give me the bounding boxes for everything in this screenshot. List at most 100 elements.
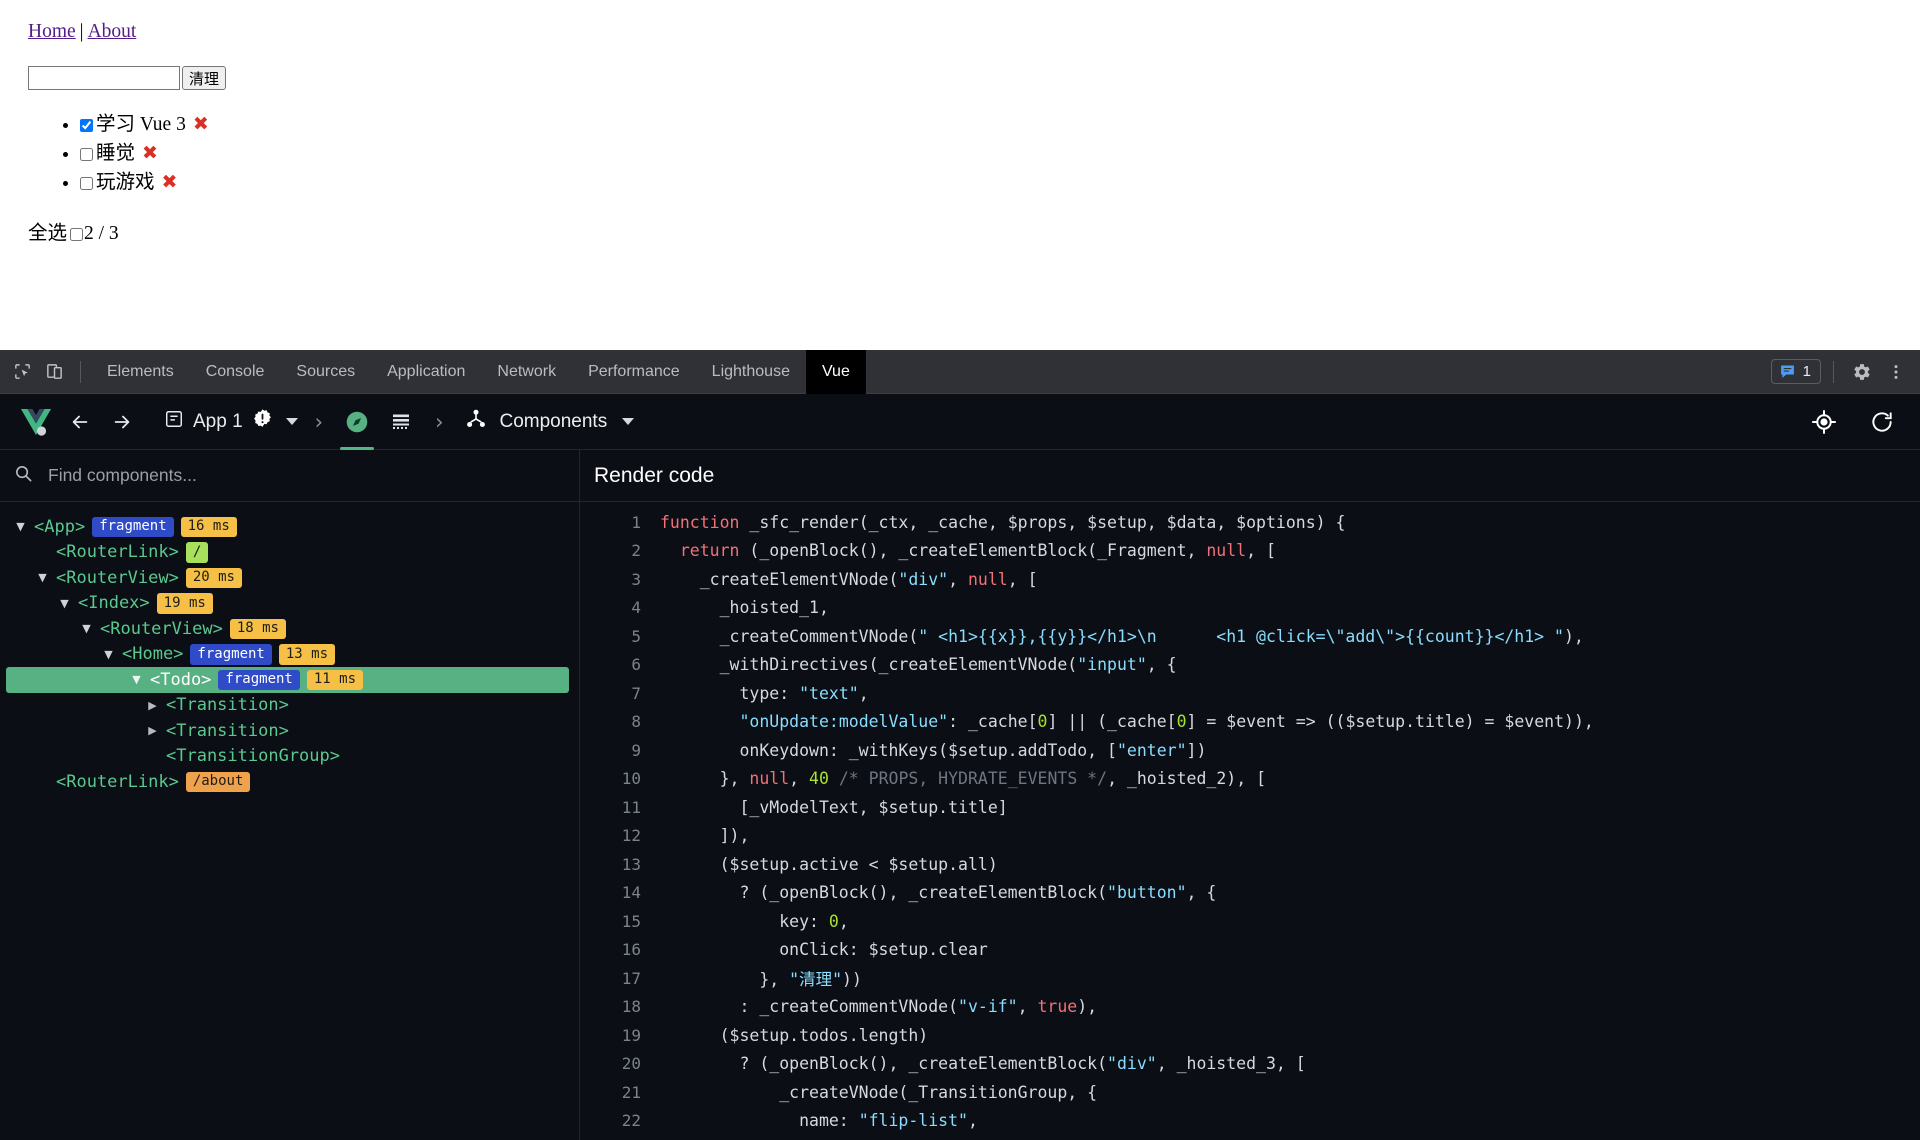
components-chevron-down-icon[interactable]	[622, 418, 635, 425]
todo-checkbox[interactable]	[80, 148, 93, 162]
todo-counter: 2 / 3	[84, 223, 119, 245]
devtools-tab-performance[interactable]: Performance	[572, 350, 696, 394]
toolbar-divider-2	[1833, 360, 1834, 383]
inspector-compass-icon[interactable]	[336, 400, 378, 450]
tree-node-tag-route-orange: /about	[185, 771, 251, 792]
code-line: 2 return (_openBlock(), _createElementBl…	[580, 537, 1920, 566]
vue-devtools-toolbar: App 1 › › Components	[0, 394, 1920, 450]
code-text: onKeydown: _withKeys($setup.addTodo, ["e…	[660, 740, 1207, 760]
chevron-right-icon[interactable]: ▶	[146, 700, 159, 711]
find-components-input[interactable]	[46, 464, 565, 487]
code-line: 5 _createCommentVNode(" <h1>{{x}},{{y}}<…	[580, 622, 1920, 651]
x-mark-icon[interactable]: ✖	[142, 142, 158, 164]
todo-list: 学习 Vue 3 ✖ 睡觉 ✖ 玩游戏 ✖	[28, 110, 1892, 197]
app-chevron-down-icon[interactable]	[285, 418, 298, 425]
component-tree-icon	[464, 407, 488, 437]
line-number: 17	[621, 968, 641, 988]
code-text: onClick: $setup.clear	[660, 940, 988, 960]
tree-node[interactable]: ▼ <RouterView> 18 ms	[0, 616, 579, 642]
devtools-tab-vue[interactable]: Vue	[805, 349, 866, 394]
code-text: _createVNode(_TransitionGroup, {	[660, 1082, 1098, 1102]
rendered-page: Home|About 清理 学习 Vue 3 ✖ 睡觉 ✖ 玩游戏 ✖ 全选 2 / 3	[0, 0, 1920, 350]
chevron-down-icon[interactable]: ▼	[14, 521, 27, 532]
line-number: 3	[631, 569, 641, 589]
code-text: [_vModelText, $setup.title]	[660, 797, 1008, 817]
todo-input-row: 清理	[28, 66, 1892, 91]
nav-link-about[interactable]: About	[88, 21, 137, 42]
chevron-down-icon[interactable]: ▼	[58, 598, 71, 609]
tree-node[interactable]: ▼<RouterLink>/about	[0, 769, 579, 795]
vue-logo-icon	[14, 400, 58, 444]
component-tree-pane: ▼ <App> fragment 16 ms ▼ <RouterLink> / ▼ <Route…	[0, 450, 580, 1140]
code-line: 16 onClick: $setup.clear	[580, 936, 1920, 965]
timeline-icon[interactable]	[380, 400, 422, 444]
refresh-icon[interactable]	[1862, 402, 1902, 442]
code-text: "onUpdate:modelValue": _cache[0] || (_ca…	[739, 712, 1594, 732]
x-mark-icon[interactable]: ✖	[162, 171, 178, 193]
router-nav: Home | About	[28, 18, 1892, 45]
crosshair-target-icon[interactable]	[1804, 402, 1844, 442]
todo-checkbox[interactable]	[80, 119, 93, 133]
chevron-down-icon[interactable]: ▼	[130, 674, 143, 685]
device-toolbar-icon[interactable]	[38, 356, 70, 388]
todo-text: 睡觉	[96, 143, 136, 165]
code-line: 23 tag: "ul"	[580, 1135, 1920, 1140]
tree-node[interactable]: ▼<TransitionGroup>	[0, 744, 579, 770]
devtools-tab-lighthouse[interactable]: Lighthouse	[696, 350, 806, 394]
tree-node-label: <RouterLink>	[56, 542, 179, 563]
code-line: 19 ($setup.todos.length)	[580, 1021, 1920, 1050]
toolbar-divider	[80, 360, 81, 383]
code-line: 21 _createVNode(_TransitionGroup, {	[580, 1078, 1920, 1107]
code-text: ]),	[660, 826, 750, 846]
tree-node[interactable]: ▼ <RouterView> 20 ms	[0, 565, 579, 591]
clear-button[interactable]: 清理	[182, 66, 227, 91]
tree-node[interactable]: ▼ <Home> fragment 13 ms	[0, 642, 579, 668]
line-number: 14	[621, 883, 641, 903]
components-selector[interactable]: Components	[464, 407, 635, 437]
nav-separator: |	[79, 21, 84, 42]
line-number: 15	[621, 911, 641, 931]
code-text: }, "清理"))	[660, 970, 862, 990]
gear-icon[interactable]	[1846, 356, 1878, 388]
chevron-down-icon[interactable]: ▼	[80, 623, 93, 634]
devtools-tab-sources[interactable]: Sources	[280, 350, 371, 394]
line-number: 11	[621, 797, 641, 817]
back-button[interactable]	[60, 402, 100, 442]
devtools-tab-elements[interactable]: Elements	[91, 350, 190, 394]
devtools-tab-network[interactable]: Network	[481, 350, 572, 394]
devtools-tab-console[interactable]: Console	[190, 350, 281, 394]
todo-checkbox[interactable]	[80, 177, 93, 191]
tree-node[interactable]: ▶ <Transition>	[0, 718, 579, 744]
chevron-right-icon[interactable]: ▶	[146, 725, 159, 736]
select-all-checkbox[interactable]	[70, 228, 84, 242]
inspect-element-icon[interactable]	[6, 356, 38, 388]
x-mark-icon[interactable]: ✖	[193, 113, 209, 135]
code-text: name: "flip-list",	[660, 1111, 978, 1131]
tree-node-tag-fragment: fragment	[218, 669, 300, 690]
app-selector[interactable]: App 1	[160, 404, 302, 439]
kebab-menu-icon[interactable]	[1880, 356, 1912, 388]
message-count-badge[interactable]: 1	[1770, 359, 1821, 384]
code-text: : _createCommentVNode("v-if", true),	[660, 997, 1098, 1017]
components-label: Components	[499, 410, 608, 432]
devtools-tab-application[interactable]: Application	[371, 350, 481, 394]
render-code-editor[interactable]: 1 function _sfc_render(_ctx, _cache, $pro…	[580, 502, 1920, 1140]
breadcrumb-chevron-1: ›	[314, 409, 324, 434]
tree-node-tag-time: 11 ms	[306, 669, 364, 690]
code-line: 14 ? (_openBlock(), _createElementBlock(…	[580, 879, 1920, 908]
code-line: 10 }, null, 40 /* PROPS, HYDRATE_EVENTS …	[580, 765, 1920, 794]
code-line: 3 _createElementVNode("div", null, [	[580, 565, 1920, 594]
forward-button[interactable]	[102, 402, 142, 442]
tree-node-selected[interactable]: ▼ <Todo> fragment 11 ms	[6, 667, 569, 693]
nav-link-home[interactable]: Home	[28, 21, 76, 42]
tree-node[interactable]: ▼<RouterLink>/	[0, 540, 579, 566]
vue-devtools-body: ▼ <App> fragment 16 ms ▼ <RouterLink> / ▼ <Route…	[0, 450, 1920, 1140]
tree-node[interactable]: ▼ <Index> 19 ms	[0, 591, 579, 617]
todo-title-input[interactable]	[28, 66, 180, 91]
chevron-down-icon[interactable]: ▼	[36, 572, 49, 583]
tree-node[interactable]: ▶ <Transition>	[0, 693, 579, 719]
chevron-down-icon[interactable]: ▼	[102, 649, 115, 660]
tree-node[interactable]: ▼ <App> fragment 16 ms	[0, 514, 579, 540]
document-icon	[164, 409, 184, 435]
select-all-label: 全选	[28, 223, 68, 245]
